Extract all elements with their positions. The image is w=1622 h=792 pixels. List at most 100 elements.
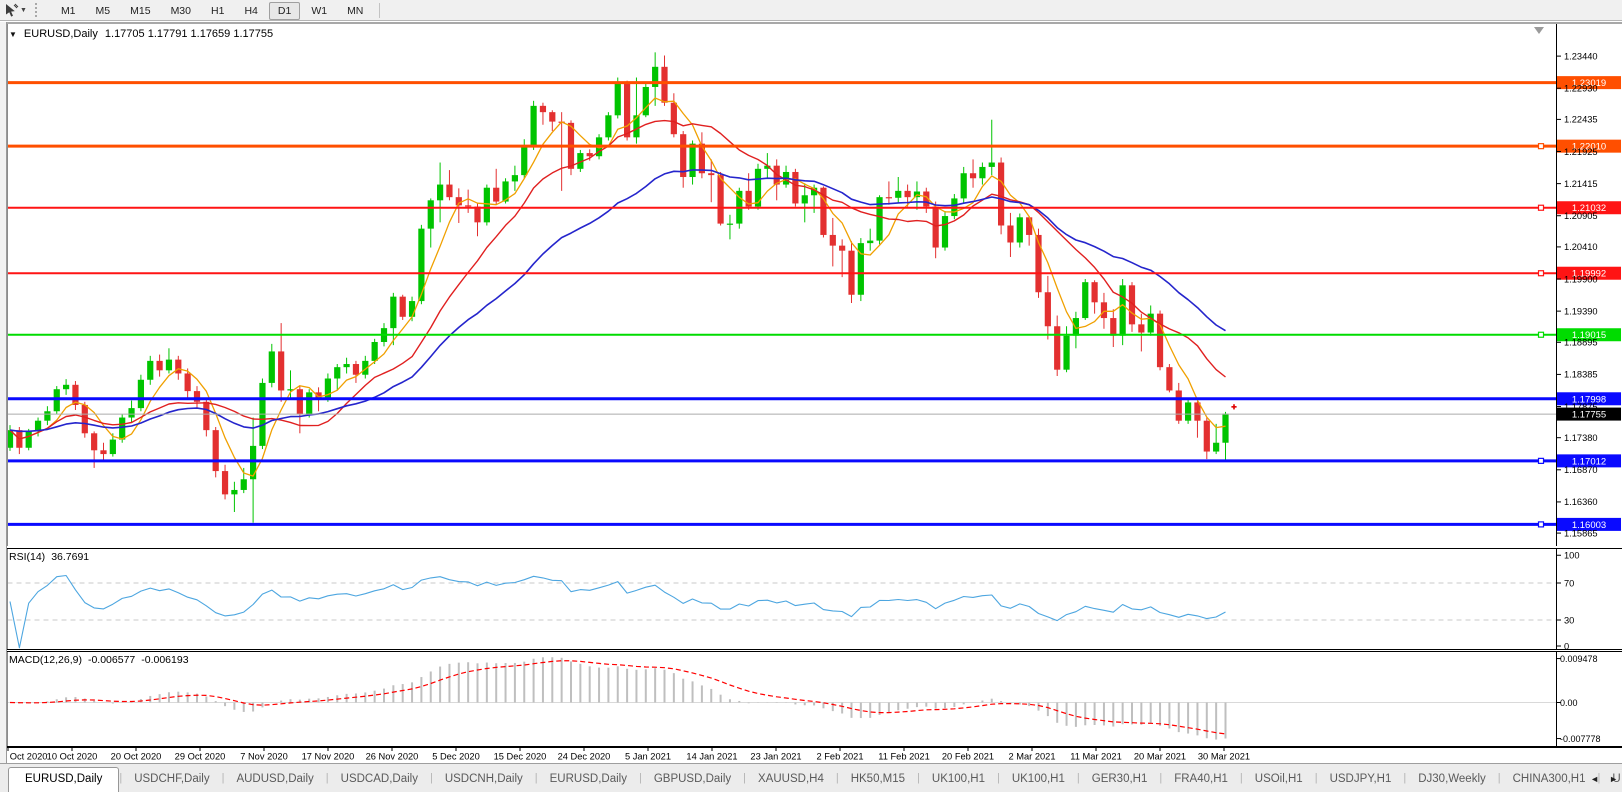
svg-text:0.009478: 0.009478 — [1560, 654, 1598, 664]
date-label: 2 Feb 2021 — [816, 752, 863, 762]
mt4-window: { "toolbar": { "cursor_tool_icon": "curs… — [0, 0, 1622, 792]
svg-text:1.21925: 1.21925 — [1564, 147, 1598, 157]
timeframe-button-mn[interactable]: MN — [338, 2, 372, 20]
chart-tab-hk50-m15[interactable]: HK50,M15 — [839, 768, 917, 792]
chart-tab-eurusd-daily[interactable]: EURUSD,Daily — [8, 767, 119, 792]
chart-tab-usdcnh-daily[interactable]: USDCNH,Daily — [433, 768, 535, 792]
chart-shift-marker-icon[interactable] — [1534, 27, 1544, 34]
rsi-name: RSI(14) — [9, 551, 45, 563]
chart-tab-uk100-h1[interactable]: UK100,H1 — [920, 768, 997, 792]
svg-text:1.16360: 1.16360 — [1564, 497, 1598, 507]
chart-tab-dj30-weekly[interactable]: DJ30,Weekly — [1406, 768, 1498, 792]
date-label: 11 Mar 2021 — [1070, 752, 1122, 762]
window-left-edge — [0, 22, 7, 763]
date-label: 23 Jan 2021 — [750, 752, 801, 762]
chart-tab-audusd-daily[interactable]: AUDUSD,Daily — [224, 768, 325, 792]
timeframe-button-m15[interactable]: M15 — [121, 2, 159, 20]
svg-text:1.18385: 1.18385 — [1564, 370, 1598, 380]
toolbar-divider — [379, 3, 380, 18]
date-label: 2 Mar 2021 — [1008, 752, 1055, 762]
toolbar-grip-handle[interactable] — [35, 3, 43, 17]
date-label: 26 Nov 2020 — [366, 752, 419, 762]
date-axis[interactable]: 1 Oct 202010 Oct 202020 Oct 202029 Oct 2… — [0, 747, 1622, 763]
chart-tab-china300-h1[interactable]: CHINA300,H1 — [1501, 768, 1598, 792]
svg-text:1.18895: 1.18895 — [1564, 338, 1598, 348]
tab-scroll-left-icon[interactable]: ◄ — [1590, 774, 1599, 784]
date-label: 15 Dec 2020 — [494, 752, 547, 762]
date-label: 30 Mar 2021 — [1198, 752, 1250, 762]
svg-text:1.23440: 1.23440 — [1564, 51, 1598, 61]
rsi-canvas[interactable]: 100 70 30 0 — [0, 549, 1622, 649]
rsi-value: 36.7691 — [51, 551, 89, 563]
level-anchor-handle[interactable] — [1539, 458, 1544, 463]
date-label: 5 Dec 2020 — [432, 752, 480, 762]
svg-text:1.17875: 1.17875 — [1564, 402, 1598, 412]
chart-tab-fra40-h1[interactable]: FRA40,H1 — [1162, 768, 1240, 792]
timeframe-button-h1[interactable]: H1 — [202, 2, 233, 20]
chart-tabs-bar: ◄ ► EURUSD,Daily|USDCHF,Daily|AUDUSD,Dai… — [0, 763, 1622, 792]
macd-signal-value: -0.006193 — [141, 654, 188, 666]
svg-text:1.20410: 1.20410 — [1564, 242, 1598, 252]
date-label: 20 Oct 2020 — [111, 752, 162, 762]
chart-tab-usdchf-daily[interactable]: USDCHF,Daily — [122, 768, 221, 792]
svg-text:1.22435: 1.22435 — [1564, 115, 1598, 125]
chart-symbol-label: EURUSD,Daily — [24, 28, 98, 40]
macd-label: MACD(12,26,9) -0.006577 -0.006193 — [9, 654, 189, 666]
main-chart-canvas[interactable]: 1.230191.220101.210321.199921.190151.179… — [0, 24, 1622, 546]
chart-tab-eurusd-daily[interactable]: EURUSD,Daily — [538, 768, 639, 792]
cursor-tool-caret-icon[interactable]: ▼ — [20, 7, 27, 14]
date-label: 29 Oct 2020 — [175, 752, 226, 762]
date-label: 5 Jan 2021 — [625, 752, 671, 762]
svg-text:1.15865: 1.15865 — [1564, 528, 1598, 538]
chart-title: ▼ EURUSD,Daily 1.17705 1.17791 1.17659 1… — [9, 28, 273, 40]
svg-text:1.22930: 1.22930 — [1564, 84, 1598, 94]
timeframe-button-w1[interactable]: W1 — [302, 2, 336, 20]
tab-scroll-right-icon[interactable]: ► — [1609, 774, 1618, 784]
chart-tab-uk100-h1[interactable]: UK100,H1 — [1000, 768, 1077, 792]
svg-text:100: 100 — [1564, 551, 1580, 561]
svg-text:0: 0 — [1564, 641, 1569, 649]
timeframe-toolbar: ▼ M1M5M15M30H1H4D1W1MN — [0, 0, 1622, 21]
window-menu-caret-icon[interactable]: ▼ — [9, 30, 17, 39]
chart-tab-usoil-h1[interactable]: USOil,H1 — [1243, 768, 1315, 792]
rsi-label: RSI(14) 36.7691 — [9, 551, 89, 563]
timeframe-button-h4[interactable]: H4 — [235, 2, 266, 20]
main-chart-pane[interactable]: 1.230191.220101.210321.199921.190151.179… — [0, 22, 1622, 549]
date-label: 20 Mar 2021 — [1134, 752, 1186, 762]
timeframe-buttons: M1M5M15M30H1H4D1W1MN — [51, 1, 373, 19]
chart-tab-xauusd-h4[interactable]: XAUUSD,H4 — [746, 768, 836, 792]
chart-tab-usdjpy-h1[interactable]: USDJPY,H1 — [1318, 768, 1404, 792]
date-label: 20 Feb 2021 — [942, 752, 994, 762]
date-label: 14 Jan 2021 — [686, 752, 737, 762]
macd-value: -0.006577 — [88, 654, 135, 666]
svg-text:70: 70 — [1564, 578, 1574, 588]
timeframe-button-m5[interactable]: M5 — [87, 2, 120, 20]
chart-tab-ger30-h1[interactable]: GER30,H1 — [1080, 768, 1160, 792]
svg-text:1.17380: 1.17380 — [1564, 433, 1598, 443]
date-label: 17 Nov 2020 — [302, 752, 355, 762]
rsi-indicator-pane[interactable]: 100 70 30 0 — [0, 548, 1622, 650]
date-label: 11 Feb 2021 — [878, 752, 930, 762]
svg-text:1.20905: 1.20905 — [1564, 211, 1598, 221]
level-anchor-handle[interactable] — [1539, 271, 1544, 276]
level-anchor-handle[interactable] — [1539, 522, 1544, 527]
chart-tab-gbpusd-daily[interactable]: GBPUSD,Daily — [642, 768, 743, 792]
date-label: 24 Dec 2020 — [558, 752, 611, 762]
macd-indicator-pane[interactable]: 0.009478 0.00 -0.007778 — [0, 651, 1622, 747]
date-label: 7 Nov 2020 — [240, 752, 288, 762]
timeframe-button-m30[interactable]: M30 — [162, 2, 200, 20]
cursor-tool-icon[interactable] — [3, 3, 19, 18]
svg-text:30: 30 — [1564, 615, 1574, 625]
svg-text:0.00: 0.00 — [1560, 698, 1578, 708]
timeframe-button-m1[interactable]: M1 — [52, 2, 85, 20]
level-anchor-handle[interactable] — [1539, 144, 1544, 149]
macd-canvas[interactable]: 0.009478 0.00 -0.007778 — [0, 652, 1622, 746]
level-anchor-handle[interactable] — [1539, 332, 1544, 337]
chart-ohlc-values: 1.17705 1.17791 1.17659 1.17755 — [105, 28, 273, 40]
level-anchor-handle[interactable] — [1539, 205, 1544, 210]
timeframe-button-d1[interactable]: D1 — [269, 2, 300, 20]
chart-tab-usdcad-daily[interactable]: USDCAD,Daily — [329, 768, 430, 792]
date-label: 1 Oct 2020 — [2, 752, 47, 762]
svg-text:-0.007778: -0.007778 — [1560, 734, 1601, 744]
macd-name: MACD(12,26,9) — [9, 654, 82, 666]
